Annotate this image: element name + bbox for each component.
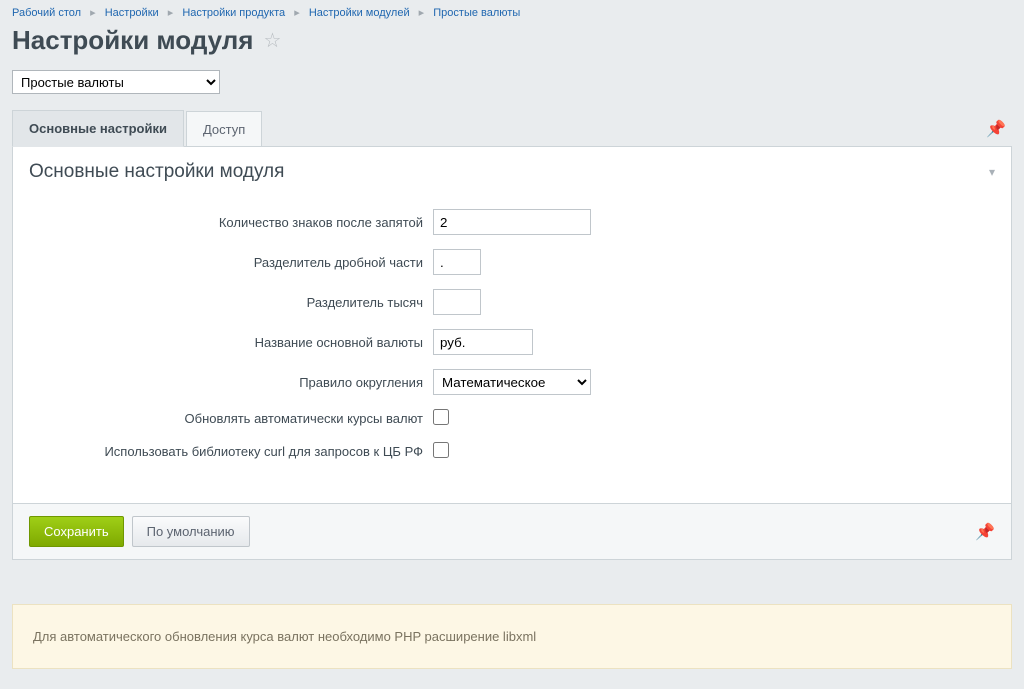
- panel-footer: Сохранить По умолчанию 📌: [12, 504, 1012, 560]
- thousand-sep-input[interactable]: [433, 289, 481, 315]
- module-select[interactable]: Простые валюты: [12, 70, 220, 94]
- chevron-right-icon: ▸: [419, 7, 425, 19]
- settings-panel: Основные настройки модуля ▾ Количество з…: [12, 146, 1012, 504]
- auto-update-label: Обновлять автоматически курсы валют: [33, 411, 433, 426]
- decimals-label: Количество знаков после запятой: [33, 215, 433, 230]
- notice-text: Для автоматического обновления курса вал…: [33, 629, 536, 644]
- chevron-right-icon: ▸: [90, 7, 96, 19]
- chevron-down-icon[interactable]: ▾: [989, 165, 995, 179]
- breadcrumb-link[interactable]: Рабочий стол: [12, 7, 81, 19]
- use-curl-checkbox[interactable]: [433, 442, 449, 458]
- save-button[interactable]: Сохранить: [29, 516, 124, 547]
- breadcrumb-link[interactable]: Настройки продукта: [182, 7, 285, 19]
- base-currency-label: Название основной валюты: [33, 335, 433, 350]
- rounding-select[interactable]: Математическое: [433, 369, 591, 395]
- tab-access[interactable]: Доступ: [186, 111, 262, 147]
- breadcrumb-link[interactable]: Простые валюты: [433, 7, 520, 19]
- thousand-sep-label: Разделитель тысяч: [33, 295, 433, 310]
- default-button[interactable]: По умолчанию: [132, 516, 250, 547]
- auto-update-checkbox[interactable]: [433, 409, 449, 425]
- star-icon[interactable]: ☆: [263, 28, 281, 53]
- rounding-label: Правило округления: [33, 375, 433, 390]
- chevron-right-icon: ▸: [168, 7, 174, 19]
- decimals-input[interactable]: [433, 209, 591, 235]
- base-currency-input[interactable]: [433, 329, 533, 355]
- breadcrumb: Рабочий стол ▸ Настройки ▸ Настройки про…: [0, 0, 1024, 21]
- decimal-sep-input[interactable]: [433, 249, 481, 275]
- decimal-sep-label: Разделитель дробной части: [33, 255, 433, 270]
- chevron-right-icon: ▸: [294, 7, 300, 19]
- breadcrumb-link[interactable]: Настройки модулей: [309, 7, 410, 19]
- panel-title: Основные настройки модуля: [29, 161, 989, 183]
- pin-icon[interactable]: 📌: [975, 522, 995, 542]
- tab-main-settings[interactable]: Основные настройки: [12, 110, 184, 147]
- pin-icon[interactable]: 📌: [986, 119, 1012, 139]
- page-title: Настройки модуля: [12, 25, 253, 56]
- breadcrumb-link[interactable]: Настройки: [105, 7, 159, 19]
- use-curl-label: Использовать библиотеку curl для запросо…: [33, 444, 433, 459]
- notice-box: Для автоматического обновления курса вал…: [12, 604, 1012, 669]
